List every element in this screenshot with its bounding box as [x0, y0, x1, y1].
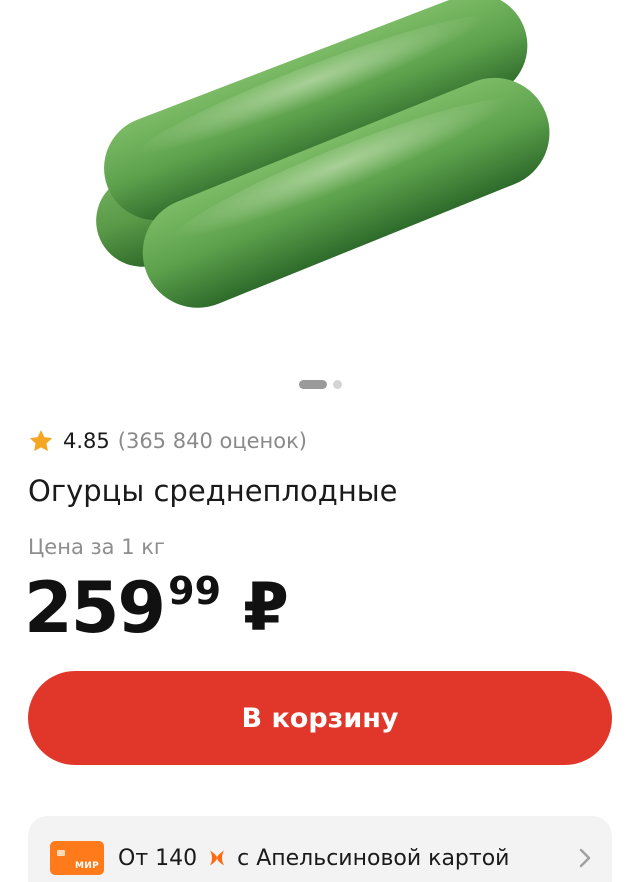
star-icon	[29, 429, 53, 452]
product-price: 259 99 ₽	[24, 568, 289, 648]
pagination-dot-active[interactable]	[298, 380, 327, 389]
loyalty-card-promo[interactable]: МИР От 140 с Апельсиновой картой	[28, 816, 612, 882]
bonus-x-icon	[210, 850, 225, 866]
card-chip-icon	[57, 850, 65, 856]
price-unit-label: Цена за 1 кг	[28, 535, 165, 559]
chevron-right-icon	[579, 848, 591, 868]
product-title: Огурцы среднеплодные	[28, 474, 398, 508]
rating-score: 4.85	[63, 429, 110, 453]
rating-count: (365 840 оценок)	[117, 429, 307, 453]
rating-row[interactable]: 4.85 (365 840 оценок)	[28, 425, 307, 457]
price-currency: ₽	[243, 569, 289, 646]
add-to-cart-button[interactable]: В корзину	[28, 671, 612, 765]
price-cents: 99	[168, 569, 222, 613]
gallery-pagination	[0, 380, 640, 389]
card-brand-label: МИР	[75, 861, 99, 871]
product-image[interactable]	[0, 0, 640, 360]
price-main: 259	[24, 567, 166, 649]
cucumber-image	[96, 0, 550, 308]
product-page: 4.85 (365 840 оценок) Огурцы среднеплодн…	[0, 0, 640, 882]
card-icon: МИР	[50, 841, 104, 875]
promo-amount: От 140	[118, 845, 198, 871]
promo-text: с Апельсиновой картой	[237, 845, 510, 871]
pagination-dot[interactable]	[332, 380, 342, 389]
